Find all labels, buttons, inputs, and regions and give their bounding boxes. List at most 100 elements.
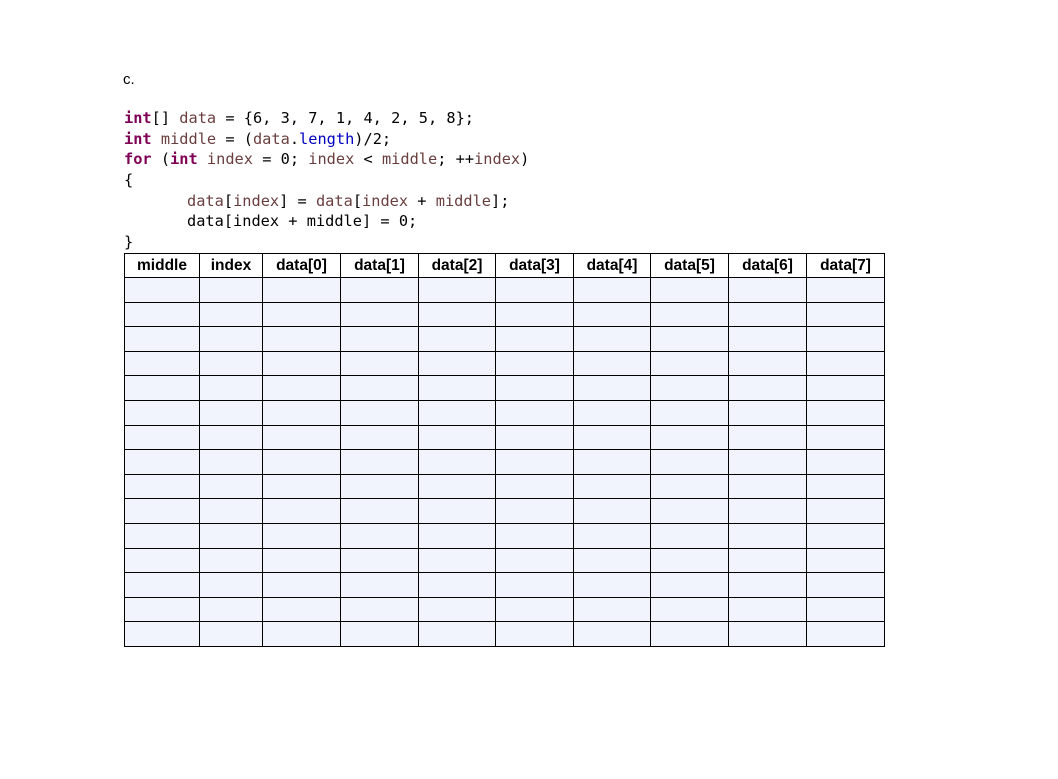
- table-cell[interactable]: [650, 326, 729, 352]
- table-cell[interactable]: [340, 498, 419, 524]
- table-cell[interactable]: [650, 301, 729, 328]
- table-cell[interactable]: [728, 399, 807, 426]
- table-cell[interactable]: [806, 375, 885, 401]
- table-cell[interactable]: [418, 498, 496, 524]
- table-cell[interactable]: [418, 621, 496, 647]
- table-cell[interactable]: [495, 399, 574, 426]
- table-cell[interactable]: [124, 572, 200, 598]
- table-cell[interactable]: [418, 572, 496, 598]
- table-cell[interactable]: [573, 522, 651, 549]
- table-cell[interactable]: [340, 522, 419, 549]
- table-cell[interactable]: [806, 621, 885, 647]
- table-cell[interactable]: [728, 621, 807, 647]
- table-cell[interactable]: [728, 572, 807, 598]
- table-cell[interactable]: [495, 596, 574, 623]
- table-cell[interactable]: [262, 498, 341, 524]
- table-cell[interactable]: [262, 326, 341, 352]
- table-cell[interactable]: [262, 449, 341, 475]
- table-cell[interactable]: [806, 572, 885, 598]
- table-cell[interactable]: [728, 301, 807, 328]
- table-cell[interactable]: [418, 277, 496, 303]
- table-cell[interactable]: [573, 449, 651, 475]
- table-cell[interactable]: [573, 326, 651, 352]
- table-cell[interactable]: [262, 473, 341, 500]
- table-cell[interactable]: [418, 326, 496, 352]
- table-cell[interactable]: [573, 621, 651, 647]
- table-cell[interactable]: [728, 326, 807, 352]
- table-cell[interactable]: [806, 399, 885, 426]
- table-cell[interactable]: [650, 498, 729, 524]
- table-cell[interactable]: [495, 572, 574, 598]
- table-cell[interactable]: [495, 498, 574, 524]
- table-cell[interactable]: [124, 473, 200, 500]
- table-cell[interactable]: [262, 522, 341, 549]
- table-cell[interactable]: [340, 572, 419, 598]
- table-cell[interactable]: [495, 301, 574, 328]
- table-cell[interactable]: [573, 498, 651, 524]
- table-cell[interactable]: [199, 473, 263, 500]
- table-cell[interactable]: [199, 547, 263, 574]
- table-cell[interactable]: [573, 572, 651, 598]
- table-cell[interactable]: [418, 424, 496, 451]
- table-cell[interactable]: [728, 350, 807, 377]
- table-cell[interactable]: [340, 277, 419, 303]
- table-cell[interactable]: [728, 449, 807, 475]
- table-cell[interactable]: [340, 326, 419, 352]
- table-cell[interactable]: [495, 326, 574, 352]
- table-cell[interactable]: [418, 301, 496, 328]
- table-cell[interactable]: [573, 301, 651, 328]
- table-cell[interactable]: [573, 350, 651, 377]
- table-cell[interactable]: [262, 399, 341, 426]
- table-cell[interactable]: [262, 596, 341, 623]
- table-cell[interactable]: [262, 350, 341, 377]
- table-cell[interactable]: [495, 277, 574, 303]
- table-cell[interactable]: [199, 350, 263, 377]
- table-cell[interactable]: [495, 547, 574, 574]
- table-cell[interactable]: [199, 449, 263, 475]
- table-cell[interactable]: [728, 375, 807, 401]
- table-cell[interactable]: [495, 522, 574, 549]
- table-cell[interactable]: [806, 326, 885, 352]
- table-cell[interactable]: [573, 424, 651, 451]
- table-cell[interactable]: [199, 621, 263, 647]
- table-cell[interactable]: [340, 375, 419, 401]
- table-cell[interactable]: [650, 596, 729, 623]
- table-cell[interactable]: [650, 522, 729, 549]
- table-cell[interactable]: [495, 621, 574, 647]
- table-cell[interactable]: [262, 572, 341, 598]
- table-cell[interactable]: [650, 473, 729, 500]
- table-cell[interactable]: [650, 449, 729, 475]
- table-cell[interactable]: [199, 424, 263, 451]
- table-cell[interactable]: [728, 547, 807, 574]
- table-cell[interactable]: [124, 277, 200, 303]
- table-cell[interactable]: [573, 277, 651, 303]
- table-cell[interactable]: [573, 547, 651, 574]
- table-cell[interactable]: [806, 424, 885, 451]
- table-cell[interactable]: [650, 621, 729, 647]
- table-cell[interactable]: [806, 498, 885, 524]
- table-cell[interactable]: [124, 449, 200, 475]
- table-cell[interactable]: [340, 399, 419, 426]
- table-cell[interactable]: [199, 399, 263, 426]
- table-cell[interactable]: [495, 473, 574, 500]
- table-cell[interactable]: [650, 399, 729, 426]
- table-cell[interactable]: [262, 621, 341, 647]
- table-cell[interactable]: [418, 596, 496, 623]
- table-cell[interactable]: [806, 449, 885, 475]
- table-cell[interactable]: [573, 473, 651, 500]
- table-cell[interactable]: [124, 621, 200, 647]
- table-cell[interactable]: [806, 473, 885, 500]
- table-cell[interactable]: [573, 596, 651, 623]
- table-cell[interactable]: [418, 522, 496, 549]
- table-cell[interactable]: [495, 350, 574, 377]
- table-cell[interactable]: [199, 498, 263, 524]
- table-cell[interactable]: [199, 522, 263, 549]
- table-cell[interactable]: [728, 498, 807, 524]
- table-cell[interactable]: [728, 596, 807, 623]
- table-cell[interactable]: [418, 399, 496, 426]
- table-cell[interactable]: [124, 399, 200, 426]
- table-cell[interactable]: [124, 596, 200, 623]
- table-cell[interactable]: [806, 596, 885, 623]
- table-cell[interactable]: [650, 350, 729, 377]
- table-cell[interactable]: [806, 350, 885, 377]
